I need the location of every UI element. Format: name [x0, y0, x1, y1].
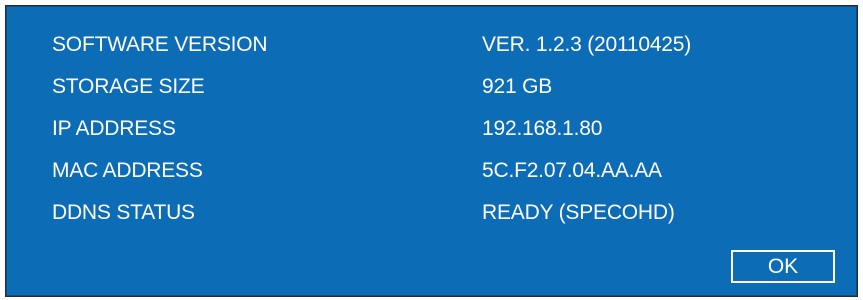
mac-address-value: 5C.F2.07.04.AA.AA: [482, 159, 662, 182]
ip-address-value: 192.168.1.80: [482, 117, 603, 140]
info-list: SOFTWARE VERSION VER. 1.2.3 (20110425) S…: [52, 24, 812, 234]
software-version-value: VER. 1.2.3 (20110425): [482, 33, 692, 56]
ddns-status-value: READY (SPECOHD): [482, 201, 675, 224]
ok-button[interactable]: OK: [731, 250, 835, 283]
storage-size-label: STORAGE SIZE: [52, 75, 205, 98]
info-row-mac-address: MAC ADDRESS 5C.F2.07.04.AA.AA: [52, 150, 812, 192]
info-row-storage-size: STORAGE SIZE 921 GB: [52, 66, 812, 108]
system-info-dialog: SOFTWARE VERSION VER. 1.2.3 (20110425) S…: [5, 5, 858, 297]
info-row-ip-address: IP ADDRESS 192.168.1.80: [52, 108, 812, 150]
info-row-software-version: SOFTWARE VERSION VER. 1.2.3 (20110425): [52, 24, 812, 66]
storage-size-value: 921 GB: [482, 75, 553, 98]
software-version-label: SOFTWARE VERSION: [52, 33, 268, 56]
ip-address-label: IP ADDRESS: [52, 117, 176, 140]
ddns-status-label: DDNS STATUS: [52, 201, 195, 224]
mac-address-label: MAC ADDRESS: [52, 159, 203, 182]
info-row-ddns-status: DDNS STATUS READY (SPECOHD): [52, 192, 812, 234]
